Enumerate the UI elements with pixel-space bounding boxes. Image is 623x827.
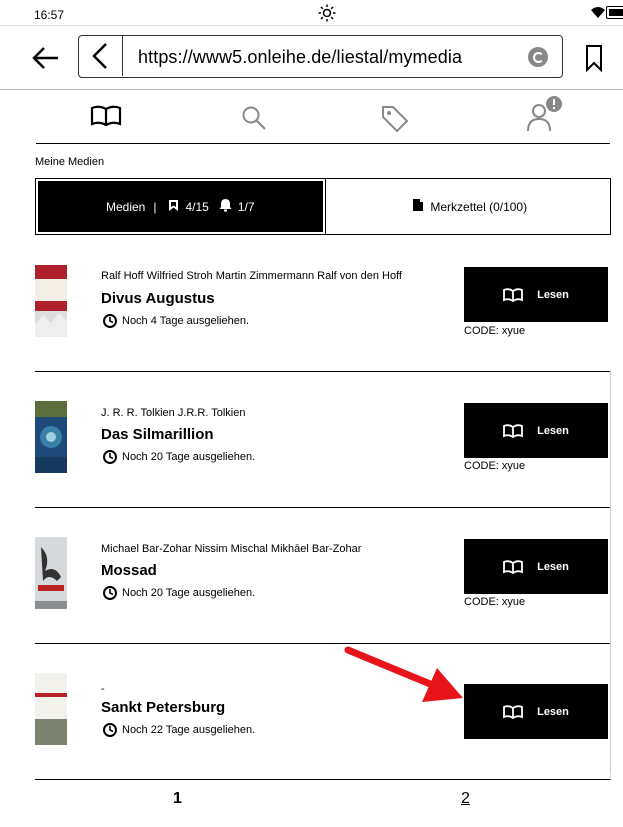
item-authors: Ralf Hoff Wilfried Stroh Martin Zimmerma…	[101, 270, 402, 282]
url-text[interactable]: https://www5.onleihe.de/liestal/mymedia	[138, 47, 462, 68]
search-icon[interactable]	[240, 104, 268, 137]
read-button[interactable]: Lesen	[464, 684, 608, 739]
item-authors: J. R. R. Tolkien J.R.R. Tolkien	[101, 407, 246, 419]
tab-media-label: Medien	[105, 199, 146, 214]
list-item: Ralf Hoff Wilfried Stroh Martin Zimmerma…	[35, 236, 611, 372]
tab-separator: |	[153, 199, 157, 214]
book-cover[interactable]	[35, 401, 67, 473]
clock-icon	[103, 314, 117, 328]
item-title[interactable]: Sankt Petersburg	[101, 699, 225, 716]
book-icon	[503, 287, 523, 302]
loan-text: Noch 4 Tage ausgeliehen.	[122, 315, 250, 327]
scrollbar[interactable]	[610, 370, 611, 772]
read-button[interactable]: Lesen	[464, 539, 608, 594]
list-item: - Sankt Petersburg Noch 22 Tage ausgelie…	[35, 644, 611, 780]
item-code: CODE: xyue	[464, 596, 526, 608]
item-title[interactable]: Divus Augustus	[101, 290, 215, 307]
page-1-current: 1	[173, 790, 182, 807]
book-cover[interactable]	[35, 537, 67, 609]
battery-icon	[606, 6, 623, 19]
book-icon	[503, 559, 523, 574]
clock-icon	[103, 723, 117, 737]
clock-icon	[103, 586, 117, 600]
sun-icon[interactable]	[318, 4, 336, 27]
back-arrow-icon[interactable]	[28, 43, 64, 73]
wifi-icon	[590, 5, 606, 24]
read-button-label: Lesen	[537, 288, 569, 301]
section-label: Meine Medien	[35, 156, 105, 168]
item-authors: Michael Bar-Zohar Nissim Mischal Mikhāe…	[101, 543, 362, 555]
loans-count: 4/15	[185, 199, 209, 214]
read-button[interactable]: Lesen	[464, 403, 608, 458]
book-cover[interactable]	[35, 265, 67, 337]
item-loan-status: Noch 22 Tage ausgeliehen.	[103, 723, 255, 737]
tab-media[interactable]: Medien | 4/15 1/7	[35, 178, 326, 235]
reservations-count: 1/7	[237, 199, 255, 214]
chevron-left-icon[interactable]	[79, 36, 123, 76]
tab-wishlist-label: Merkzettel (0/100)	[430, 199, 528, 214]
bookmark-icon	[168, 199, 179, 215]
document-icon	[412, 198, 424, 215]
tag-icon[interactable]	[380, 104, 410, 137]
read-button-label: Lesen	[537, 705, 569, 718]
browser-toolbar: https://www5.onleihe.de/liestal/mymedia	[0, 26, 623, 90]
item-loan-status: Noch 4 Tage ausgeliehen.	[103, 314, 249, 328]
item-authors: -	[101, 683, 105, 695]
read-button-label: Lesen	[537, 560, 569, 573]
bookmark-icon[interactable]	[584, 43, 604, 73]
loan-text: Noch 22 Tage ausgeliehen.	[122, 724, 256, 736]
tab-wishlist[interactable]: Merkzettel (0/100)	[324, 179, 611, 234]
status-bar: 16:57	[0, 0, 623, 26]
reload-icon[interactable]	[528, 47, 548, 67]
read-button[interactable]: Lesen	[464, 267, 608, 322]
bell-icon	[219, 198, 232, 215]
item-title[interactable]: Mossad	[101, 562, 157, 579]
book-icon[interactable]	[90, 104, 122, 133]
read-button-label: Lesen	[537, 424, 569, 437]
loan-text: Noch 20 Tage ausgeliehen.	[122, 451, 256, 463]
user-alert-icon[interactable]	[526, 96, 566, 137]
page-2-link[interactable]: 2	[461, 790, 470, 808]
item-loan-status: Noch 20 Tage ausgeliehen.	[103, 450, 255, 464]
url-bar[interactable]: https://www5.onleihe.de/liestal/mymedia	[78, 35, 563, 78]
loan-text: Noch 20 Tage ausgeliehen.	[122, 587, 256, 599]
book-icon	[503, 423, 523, 438]
item-loan-status: Noch 20 Tage ausgeliehen.	[103, 586, 255, 600]
book-icon	[503, 704, 523, 719]
clock-icon	[103, 450, 117, 464]
media-tabs: Medien | 4/15 1/7 Merkzettel (0/100)	[35, 178, 611, 235]
item-code: CODE: xyue	[464, 325, 526, 337]
list-item: Michael Bar-Zohar Nissim Mischal Mikhāe…	[35, 508, 611, 644]
item-title[interactable]: Das Silmarillion	[101, 426, 214, 443]
item-code: CODE: xyue	[464, 460, 526, 472]
book-cover[interactable]	[35, 673, 67, 745]
red-arrow-annotation	[344, 646, 463, 702]
clock-time: 16:57	[34, 8, 65, 22]
app-navigation	[36, 92, 610, 144]
list-item: J. R. R. Tolkien J.R.R. Tolkien Das Silm…	[35, 372, 611, 508]
